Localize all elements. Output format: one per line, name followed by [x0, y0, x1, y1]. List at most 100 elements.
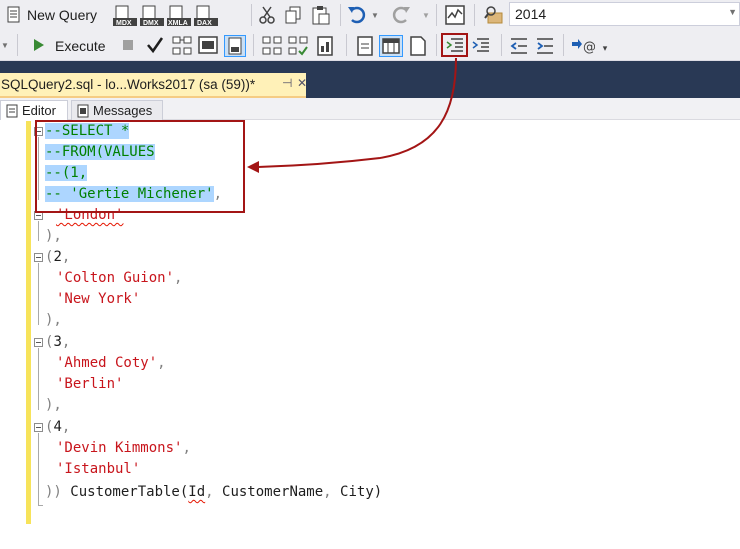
column-name: Id	[188, 484, 206, 500]
code-line: -- 'Gertie Michener',	[45, 184, 222, 205]
code-line: )) CustomerTable(Id, CustomerName, City)	[45, 482, 382, 503]
code-line: ),	[45, 395, 62, 416]
number-literal: 3	[53, 334, 62, 350]
execute-button[interactable]: Execute	[55, 37, 106, 55]
uncomment-lines-icon[interactable]	[471, 37, 491, 55]
chevron-down-icon[interactable]: ▼	[0, 38, 10, 52]
redo-icon[interactable]	[391, 5, 411, 25]
results-to-grid-icon[interactable]	[224, 35, 246, 57]
code-line: --FROM(VALUES	[45, 142, 155, 163]
string-literal: 'Istanbul'	[56, 461, 141, 477]
code-line: 'Istanbul'	[56, 459, 140, 480]
dax-label: DAX	[197, 20, 212, 27]
chevron-down-icon[interactable]: ▼	[728, 7, 737, 17]
parse-checkmark-icon[interactable]	[146, 36, 164, 54]
collapse-region-icon[interactable]	[34, 127, 43, 136]
string-literal: 'Ahmed Coty'	[56, 355, 158, 371]
toolbar-separator	[563, 34, 564, 56]
mdx-query-icon[interactable]: MDX	[113, 5, 137, 27]
database-combo-value: 2014	[515, 6, 547, 22]
toolbar-separator	[501, 34, 502, 56]
pin-icon[interactable]: ⊣	[282, 76, 292, 90]
undo-icon[interactable]	[347, 5, 367, 25]
collapse-region-icon[interactable]	[34, 338, 43, 347]
comma: ,	[61, 419, 71, 435]
code-line: (3,	[45, 332, 70, 353]
sql-editor[interactable]: --SELECT * --FROM(VALUES --(1, -- 'Gerti…	[0, 120, 740, 549]
comment-text: --(1,	[45, 165, 88, 181]
comment-text: --SELECT *	[45, 123, 130, 139]
paste-icon[interactable]	[312, 5, 330, 25]
xmla-label: XMLA	[168, 20, 188, 27]
tab-messages[interactable]: Messages	[71, 100, 163, 120]
fold-end	[38, 505, 43, 506]
database-combo[interactable]: 2014 ▼	[509, 2, 740, 26]
fold-guide	[38, 263, 39, 325]
svg-text:@: @	[583, 40, 595, 55]
dmx-query-icon[interactable]: DMX	[140, 5, 164, 27]
collapse-region-icon[interactable]	[34, 423, 43, 432]
play-icon[interactable]	[32, 38, 46, 52]
number-literal: 4	[53, 419, 62, 435]
punctuation: )	[373, 484, 383, 500]
xmla-query-icon[interactable]: XMLA	[167, 5, 191, 27]
document-tab-title: SQLQuery2.sql - lo...Works2017 (sa (59))…	[1, 77, 256, 92]
toolbar-overflow-icon[interactable]: ▾	[600, 42, 610, 54]
activity-monitor-icon[interactable]	[445, 5, 465, 25]
toolbar-separator	[474, 4, 475, 26]
close-icon[interactable]: ✕	[297, 76, 307, 90]
collapse-region-icon[interactable]	[34, 253, 43, 262]
toolbar-separator	[251, 4, 252, 26]
comma: ,	[182, 440, 191, 456]
table-alias: CustomerTable(	[61, 484, 189, 500]
fold-guide	[38, 348, 39, 410]
results-to-file-icon[interactable]	[408, 36, 428, 56]
tab-editor-label: Editor	[22, 103, 56, 118]
toolbar-separator	[346, 34, 347, 56]
punctuation: ),	[45, 397, 62, 413]
intellisense-icon[interactable]	[198, 36, 218, 56]
fold-guide	[38, 221, 39, 241]
punctuation: ),	[45, 312, 62, 328]
toolbar-separator	[436, 34, 437, 56]
specify-template-values-icon[interactable]: @	[571, 36, 595, 56]
results-to-text-icon[interactable]	[355, 36, 375, 56]
toolbar-separator	[17, 34, 18, 56]
code-line: --SELECT *	[45, 121, 130, 142]
new-query-button[interactable]: New Query	[27, 6, 97, 24]
cut-icon[interactable]	[258, 6, 276, 24]
column-name: City	[331, 484, 374, 500]
increase-indent-icon[interactable]	[535, 37, 555, 55]
stop-icon[interactable]	[123, 40, 133, 50]
comma: ,	[61, 334, 71, 350]
query-options-icon[interactable]	[262, 36, 282, 56]
document-tab[interactable]: SQLQuery2.sql - lo...Works2017 (sa (59))…	[0, 73, 307, 98]
new-query-icon[interactable]	[5, 6, 23, 24]
change-tracking-bar	[26, 121, 31, 524]
dmx-label: DMX	[143, 20, 159, 27]
client-statistics-icon[interactable]	[315, 36, 335, 56]
undo-dropdown-icon[interactable]: ▼	[370, 10, 380, 20]
string-literal: 'Devin Kimmons'	[56, 440, 183, 456]
sql-editor-toolbar: ▼ Execute @ ▾	[0, 30, 740, 61]
find-in-files-icon[interactable]	[484, 5, 504, 25]
collapse-region-icon[interactable]	[34, 211, 43, 220]
tab-editor[interactable]: Editor	[0, 100, 68, 120]
copy-icon[interactable]	[284, 6, 302, 24]
redo-dropdown-icon[interactable]: ▼	[421, 10, 431, 20]
dax-query-icon[interactable]: DAX	[194, 5, 218, 27]
punctuation: ))	[45, 484, 62, 500]
toolbar-separator	[436, 4, 437, 26]
decrease-indent-icon[interactable]	[509, 37, 529, 55]
tab-messages-label: Messages	[93, 103, 153, 118]
toolbar-separator	[253, 34, 254, 56]
results-grid-icon[interactable]	[379, 35, 403, 57]
comment-lines-icon[interactable]	[445, 37, 465, 55]
number-literal: 2	[53, 249, 62, 265]
code-line: 'New York'	[56, 289, 140, 310]
include-actual-plan-icon[interactable]	[288, 36, 308, 56]
comma: ,	[61, 249, 71, 265]
estimated-plan-icon[interactable]	[172, 36, 192, 56]
punctuation: ),	[45, 228, 62, 244]
standard-toolbar: New Query MDX DMX XMLA DAX ▼ ▼ 2014 ▼	[0, 0, 740, 30]
